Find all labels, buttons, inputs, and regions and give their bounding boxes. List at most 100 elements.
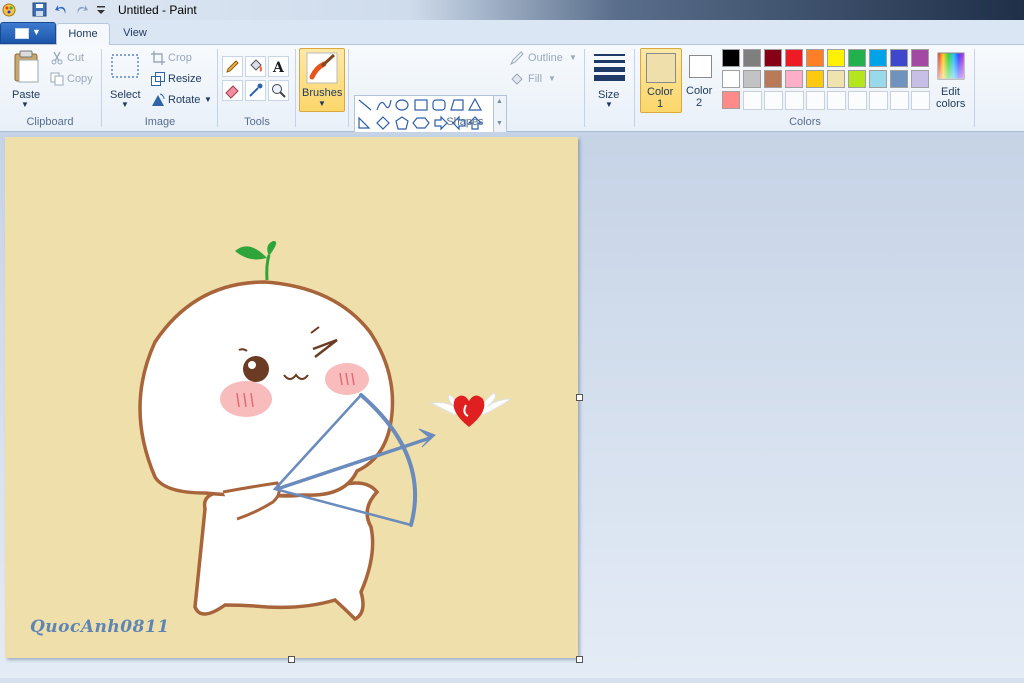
palette-swatch[interactable] [806,49,824,67]
palette-swatch[interactable] [785,49,803,67]
curve-shape-icon [376,99,392,111]
palette-swatch[interactable] [911,49,929,67]
palette-swatch[interactable] [827,70,845,88]
undo-icon[interactable] [54,2,69,17]
palette-empty-slot[interactable] [911,91,930,110]
palette-swatch[interactable] [806,70,824,88]
outline-button[interactable]: Outline ▼ [509,51,580,67]
hexagon-shape-icon [412,117,430,129]
menu-icon [15,28,29,39]
crop-button[interactable]: Crop [150,51,210,67]
paste-button[interactable]: Paste ▼ [8,49,44,109]
palette-swatch[interactable] [827,49,845,67]
select-button[interactable]: Select ▼ [108,49,144,109]
window-title: Untitled - Paint [118,3,197,17]
right-triangle-shape-icon [358,116,371,129]
palette-swatch[interactable] [848,49,866,67]
paste-icon [14,50,39,83]
copy-label: Copy [67,73,93,85]
customize-quick-access-icon[interactable] [94,2,109,17]
palette-empty-slot[interactable] [890,91,909,110]
resize-button[interactable]: Resize [150,72,210,88]
palette-swatch[interactable] [764,49,782,67]
rotate-button[interactable]: Rotate ▼ [150,93,214,109]
color2-swatch [689,55,712,78]
edit-colors-label-2: colors [936,98,966,110]
copy-button[interactable]: Copy [48,72,96,88]
image-group-label: Image [144,116,176,128]
chevron-down-icon: ▼ [569,53,577,62]
palette-swatch[interactable] [722,91,740,109]
color2-button[interactable]: Color 2 [684,48,716,111]
canvas-resize-handle-bottom[interactable] [288,656,295,663]
tab-home[interactable]: Home [56,23,110,46]
scroll-down-icon[interactable]: ▼ [496,120,503,127]
palette-swatch[interactable] [848,70,866,88]
fill-tool[interactable] [245,56,266,77]
palette-empty-slot[interactable] [806,91,825,110]
fill-bucket-icon [510,72,524,86]
chevron-down-icon: ▼ [318,99,326,108]
outline-pen-icon [509,51,524,66]
rotate-icon [151,93,165,107]
brushes-button[interactable]: Brushes ▼ [299,48,345,112]
palette-empty-slot[interactable] [848,91,867,110]
cut-button[interactable]: Cut [48,51,96,67]
chevron-down-icon: ▼ [548,74,556,83]
colors-group-label: Colors [789,116,821,128]
palette-swatch[interactable] [869,49,887,67]
drawing-canvas[interactable]: QuocAnh0811 [5,137,578,658]
palette-swatch[interactable] [890,49,908,67]
resize-icon [151,72,165,86]
size-button[interactable]: Size ▼ [590,49,630,111]
line-shape-icon [358,99,372,111]
eraser-icon [225,85,239,99]
group-divider [101,49,102,127]
save-icon[interactable] [32,2,47,17]
palette-swatch[interactable] [890,70,908,88]
text-tool[interactable]: A [268,56,289,77]
fill-button[interactable]: Fill ▼ [510,72,570,88]
pencil-tool[interactable] [222,56,243,77]
diamond-shape-icon [376,116,390,130]
palette-empty-slot[interactable] [743,91,762,110]
group-divider [634,49,635,127]
magnifier-tool[interactable] [268,80,289,101]
color1-label: Color [647,86,674,98]
palette-empty-slot[interactable] [785,91,804,110]
rounded-rectangle-shape-icon [432,99,446,111]
scroll-up-icon[interactable]: ▲ [496,98,503,105]
tab-view[interactable]: View [112,23,158,44]
palette-swatch[interactable] [722,70,740,88]
palette-empty-slot[interactable] [764,91,783,110]
edit-colors-label-1: Edit [941,86,960,98]
palette-swatch[interactable] [743,70,761,88]
crop-label: Crop [168,52,192,64]
color1-number: 1 [657,98,664,110]
palette-swatch[interactable] [785,70,803,88]
fill-bucket-icon [250,59,262,72]
palette-swatch[interactable] [869,70,887,88]
palette-empty-slot[interactable] [827,91,846,110]
canvas-resize-handle-corner[interactable] [576,656,583,663]
color1-button[interactable]: Color 1 [640,48,682,113]
canvas-resize-handle-right[interactable] [576,394,583,401]
color2-label: Color [686,85,713,97]
status-bar [0,678,1024,683]
edit-colors-button[interactable]: Edit colors [933,49,969,111]
pencil-icon [226,60,239,73]
palette-swatch[interactable] [911,70,929,88]
group-divider [295,49,296,127]
paint-app-icon[interactable] [2,2,17,17]
title-bar: Untitled - Paint [0,0,1024,20]
palette-swatch[interactable] [764,70,782,88]
pentagon-shape-icon [395,116,409,130]
palette-swatch[interactable] [722,49,740,67]
paint-menu-button[interactable]: ▼ [0,22,56,44]
redo-icon[interactable] [74,2,89,17]
color-picker-tool[interactable] [245,80,266,101]
eraser-tool[interactable] [222,80,243,101]
palette-empty-slot[interactable] [869,91,888,110]
palette-swatch[interactable] [743,49,761,67]
rotate-label: Rotate [168,94,201,106]
